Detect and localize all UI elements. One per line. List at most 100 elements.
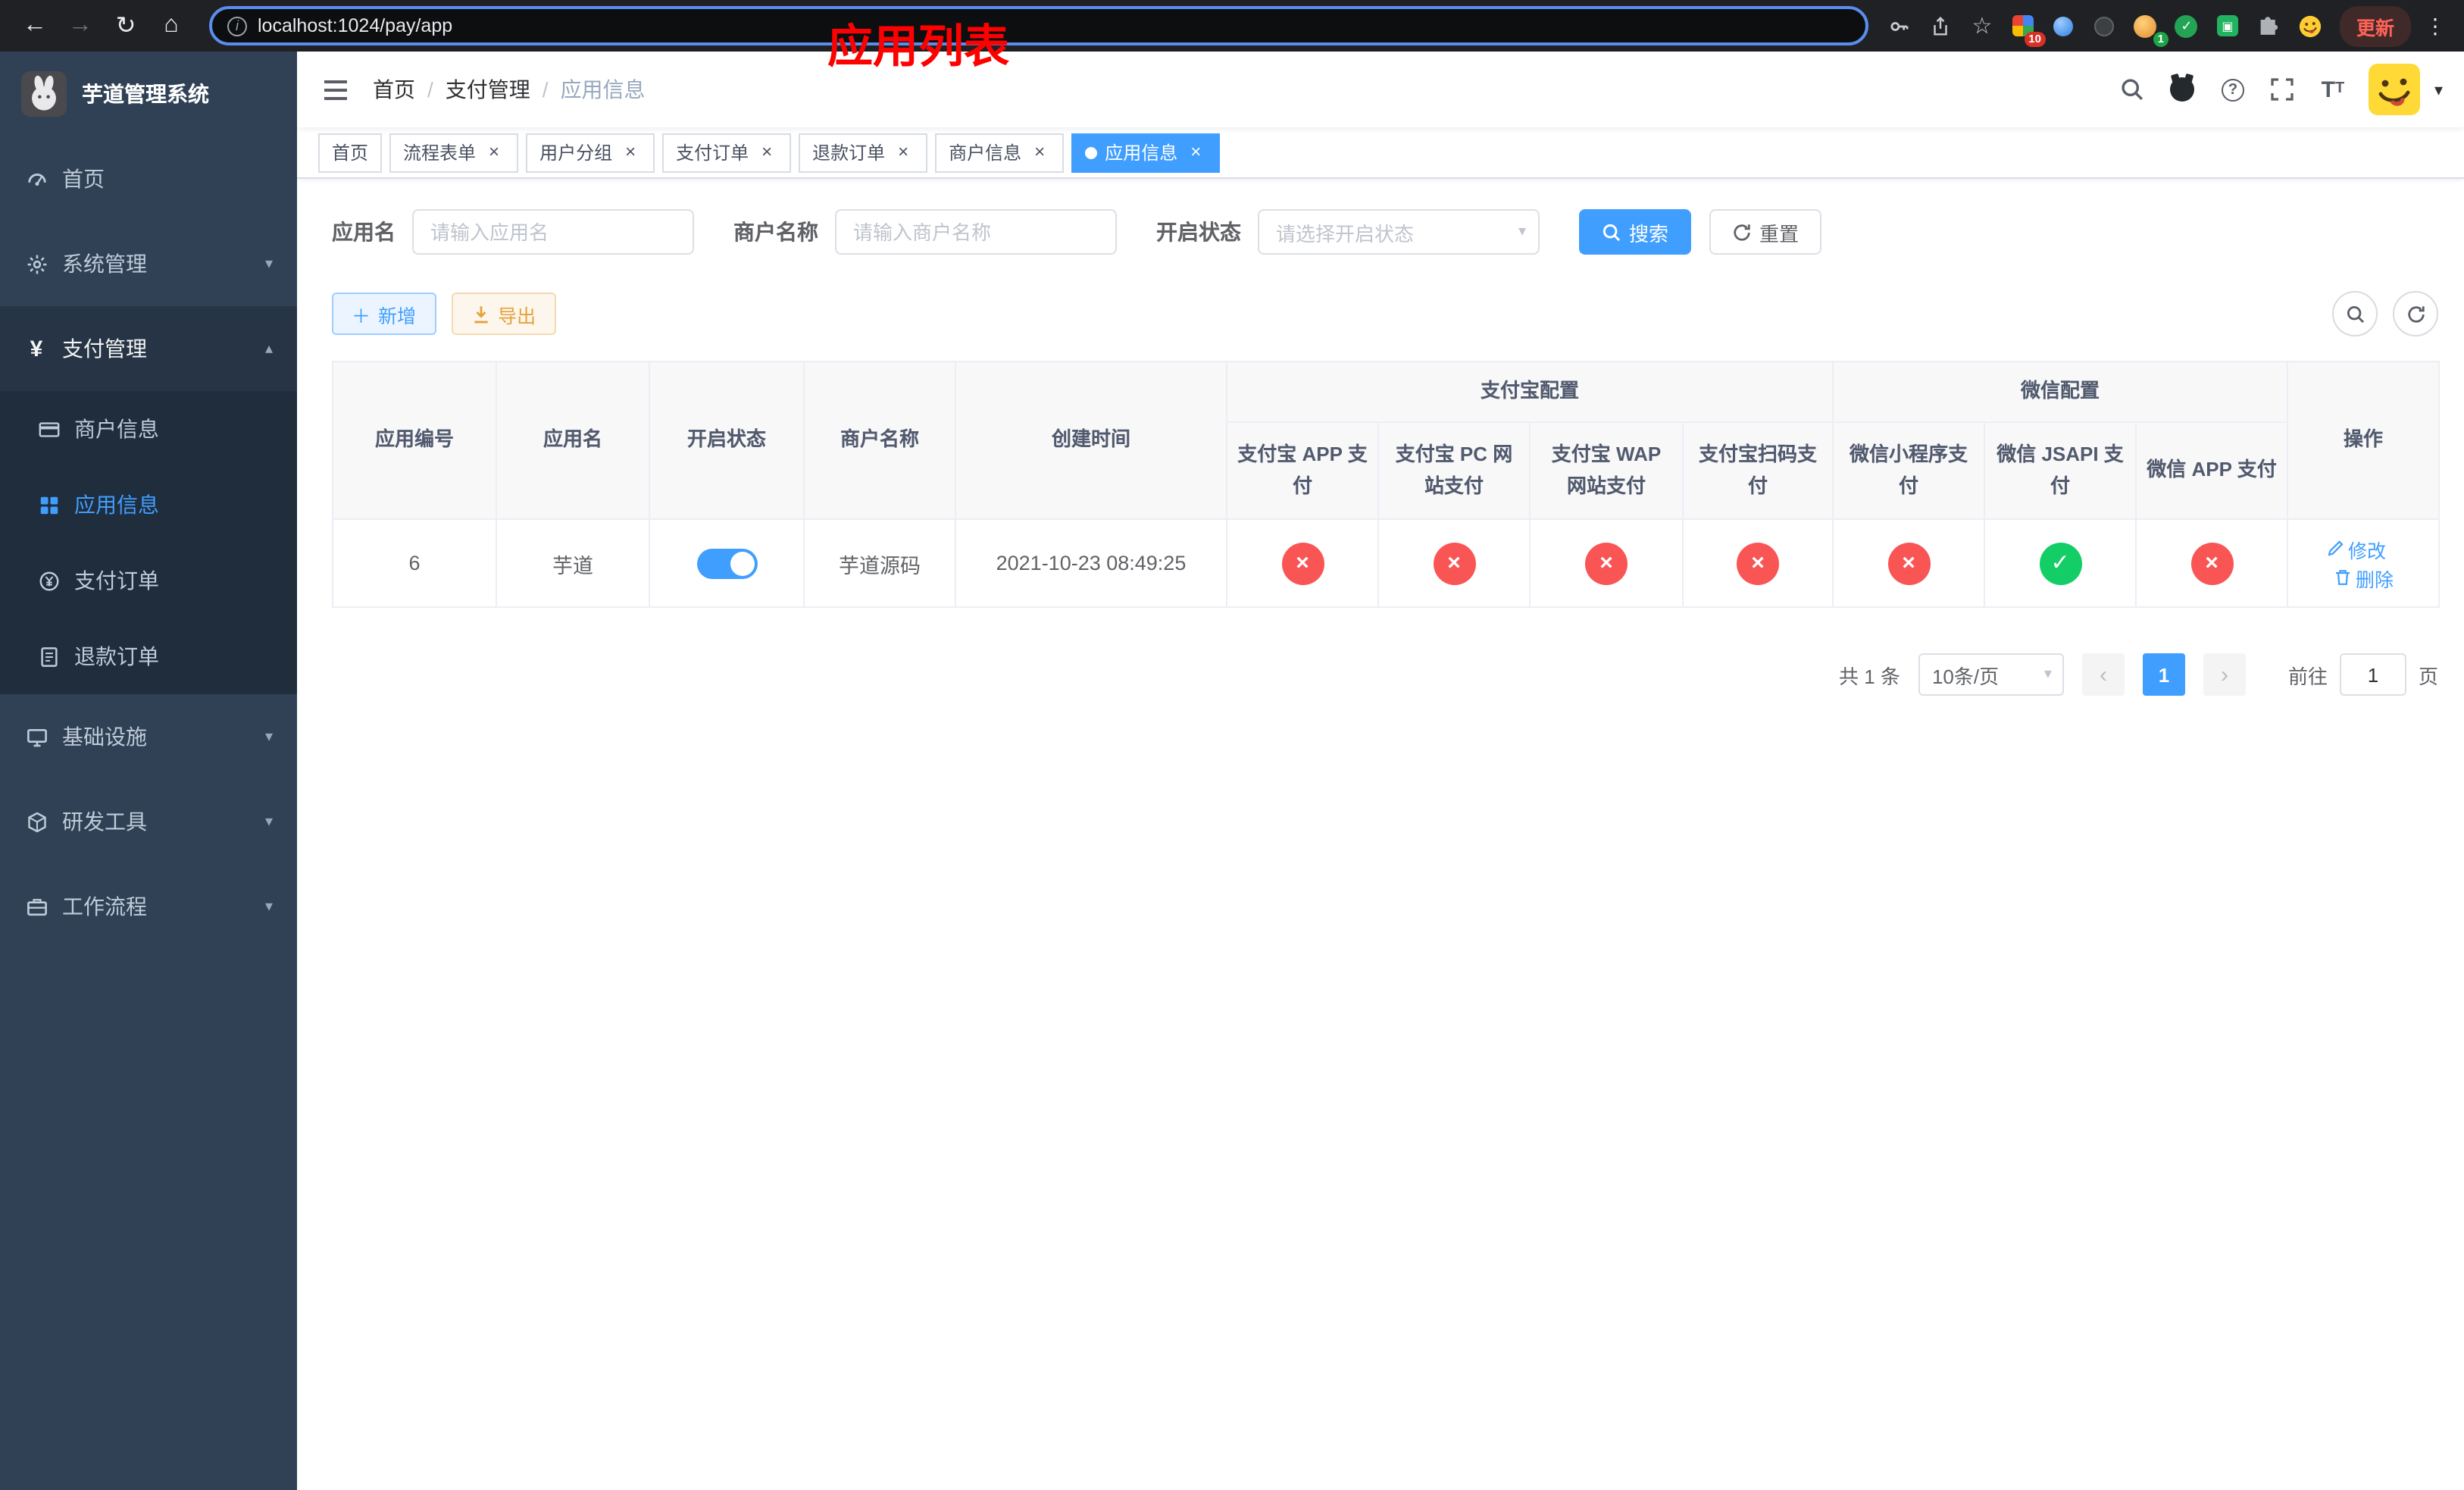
chevron-down-icon: ▾ [264, 255, 273, 272]
hamburger-icon[interactable] [318, 73, 352, 106]
breadcrumb-pay[interactable]: 支付管理 [446, 74, 530, 105]
next-page-button[interactable]: › [2203, 653, 2246, 696]
browser-window: ← → ↻ ⌂ i localhost:1024/pay/app ☆ 10 1 [0, 0, 2464, 1490]
app-window: 芋道管理系统 首页 系统管理 ▾ ¥ 支付管理 ▴ 商户信息 应用信息 支付订单 退款订单 基础设施… [0, 23, 2464, 1490]
breadcrumb-home[interactable]: 首页 [373, 74, 415, 105]
status-select[interactable]: 请选择开启状态 ▾ [1258, 209, 1540, 255]
sidebar-subitem[interactable]: 应用信息 [0, 467, 297, 543]
col-wx-mini: 微信小程序支付 [1832, 421, 1986, 520]
gear-icon [24, 252, 48, 276]
goto-page-input[interactable] [2339, 653, 2406, 696]
refresh-icon[interactable]: ↻ [106, 6, 145, 45]
tab[interactable]: 支付订单 × [662, 133, 792, 172]
total-count: 共 1 条 [1839, 665, 1900, 687]
col-app-name: 应用名 [496, 361, 650, 520]
fullscreen-icon[interactable] [2269, 76, 2297, 103]
share-icon[interactable] [1928, 12, 1955, 39]
tab-close-icon[interactable]: × [620, 141, 641, 163]
tab[interactable]: 首页 [318, 133, 383, 172]
download-icon [471, 304, 490, 324]
tab-close-icon[interactable]: × [1029, 141, 1050, 163]
app-name-input[interactable] [412, 209, 694, 255]
sidebar-item[interactable]: 工作流程 ▾ [0, 864, 297, 949]
dashboard-icon [24, 167, 48, 191]
sidebar-item[interactable]: ¥ 支付管理 ▴ [0, 306, 297, 391]
extension-avatar-icon[interactable]: 1 [2132, 12, 2169, 47]
app-name-label: 应用名 [332, 220, 396, 244]
github-icon[interactable] [2169, 76, 2197, 103]
browser-menu-icon[interactable]: ⋮ [2425, 13, 2446, 39]
home-icon[interactable]: ⌂ [152, 6, 191, 45]
extension-badge: 1 [2153, 31, 2169, 47]
tab-close-icon[interactable]: × [893, 141, 914, 163]
sidebar-item[interactable]: 研发工具 ▾ [0, 779, 297, 864]
cell-merchant: 芋道源码 [803, 518, 956, 608]
back-icon[interactable]: ← [15, 6, 55, 45]
toggle-search-icon[interactable] [2332, 291, 2378, 337]
chevron-down-icon: ▾ [1518, 224, 1526, 240]
col-app-id: 应用编号 [332, 361, 497, 520]
fail-cross-icon: × [1281, 542, 1324, 584]
password-key-icon[interactable] [1887, 12, 1914, 39]
page-number-button[interactable]: 1 [2142, 653, 2185, 696]
search-icon[interactable] [2119, 76, 2147, 103]
reset-button[interactable]: 重置 [1709, 209, 1822, 255]
col-merchant: 商户名称 [803, 361, 956, 520]
fail-cross-icon: × [1585, 542, 1628, 584]
col-status: 开启状态 [649, 361, 805, 520]
export-button[interactable]: 导出 [451, 293, 556, 335]
tab[interactable]: 退款订单 × [799, 133, 928, 172]
extension-dark-icon[interactable] [2091, 12, 2118, 39]
sidebar-subitem[interactable]: 退款订单 [0, 618, 297, 694]
tab[interactable]: 流程表单 × [389, 133, 519, 172]
browser-chrome: ← → ↻ ⌂ i localhost:1024/pay/app ☆ 10 1 [0, 0, 2464, 52]
profile-avatar[interactable] [2296, 11, 2326, 41]
sidebar-subitem[interactable]: 商户信息 [0, 391, 297, 467]
chevron-down-icon: ▾ [2043, 666, 2052, 683]
extension-grid-icon[interactable]: 10 [2009, 12, 2046, 47]
add-button[interactable]: ＋ 新增 [332, 293, 436, 335]
edit-pen-icon [2327, 540, 2343, 556]
prev-page-button[interactable]: ‹ [2081, 653, 2125, 696]
infra-icon [24, 725, 48, 749]
forward-icon[interactable]: → [61, 6, 100, 45]
sidebar-item[interactable]: 系统管理 ▾ [0, 221, 297, 306]
enable-toggle[interactable] [696, 548, 757, 578]
fail-cross-icon: × [1737, 542, 1779, 584]
edit-link[interactable]: 修改 [2325, 534, 2386, 563]
sidebar-subitem[interactable]: 支付订单 [0, 543, 297, 618]
extension-drop-icon[interactable] [2050, 12, 2078, 39]
page-size-select[interactable]: 10条/页 ▾ [1918, 653, 2064, 696]
url-text: localhost:1024/pay/app [258, 15, 453, 36]
tab-close-icon[interactable]: × [756, 141, 777, 163]
tab[interactable]: 用户分组 × [526, 133, 655, 172]
extension-chat-icon[interactable]: ▣ [2214, 12, 2241, 39]
search-button[interactable]: 搜索 [1579, 209, 1692, 255]
help-icon[interactable]: ? [2219, 76, 2247, 103]
merchant-name-input[interactable] [835, 209, 1117, 255]
address-bar[interactable]: i localhost:1024/pay/app [209, 6, 1868, 45]
extensions-puzzle-icon[interactable] [2255, 12, 2282, 39]
tab-close-icon[interactable]: × [483, 141, 505, 163]
font-size-icon[interactable]: TT [2319, 76, 2347, 103]
status-cell: × [1377, 518, 1531, 608]
sidebar-menu: 首页 系统管理 ▾ ¥ 支付管理 ▴ 商户信息 应用信息 支付订单 退款订单 基础设施 ▾ 研发工具 ▾ 工… [0, 136, 297, 1490]
tab[interactable]: 商户信息 × [935, 133, 1065, 172]
delete-link[interactable]: 删除 [2333, 563, 2394, 592]
bookmark-star-icon[interactable]: ☆ [1968, 12, 1996, 39]
avatar-caret-icon[interactable]: ▾ [2434, 80, 2443, 99]
fail-cross-icon: × [2190, 542, 2234, 584]
chrome-update-button[interactable]: 更新 [2339, 5, 2411, 46]
col-actions: 操作 [2287, 361, 2441, 520]
tab[interactable]: 应用信息 × [1071, 133, 1221, 172]
fail-cross-icon: × [1887, 542, 1931, 584]
tab-close-icon[interactable]: × [1185, 141, 1206, 163]
site-info-icon[interactable]: i [227, 16, 247, 36]
extension-check-icon[interactable]: ✓ [2173, 12, 2200, 39]
sidebar-item[interactable]: 基础设施 ▾ [0, 694, 297, 779]
user-avatar[interactable] [2369, 64, 2421, 115]
status-cell: × [1832, 518, 1986, 608]
workflow-icon [24, 894, 48, 919]
refresh-table-icon[interactable] [2393, 291, 2438, 337]
sidebar-item[interactable]: 首页 [0, 136, 297, 221]
